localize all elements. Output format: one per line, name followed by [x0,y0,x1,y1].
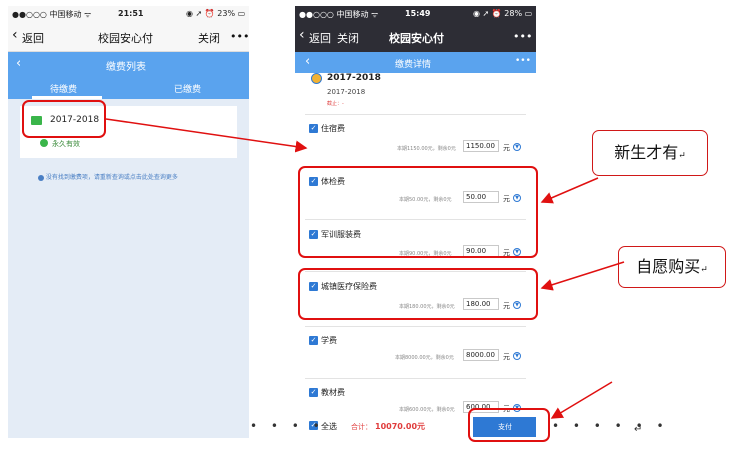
leader-dots: • • • • [250,419,325,433]
leader-dots: • • • • • • [552,419,669,433]
annotation-arrows [105,118,625,419]
return-mark: ↵ [634,424,643,435]
arrow-pay [550,381,613,419]
arrow-voluntary [540,261,625,291]
arrow-card-to-detail [105,118,308,153]
arrow-new-students [540,177,599,204]
